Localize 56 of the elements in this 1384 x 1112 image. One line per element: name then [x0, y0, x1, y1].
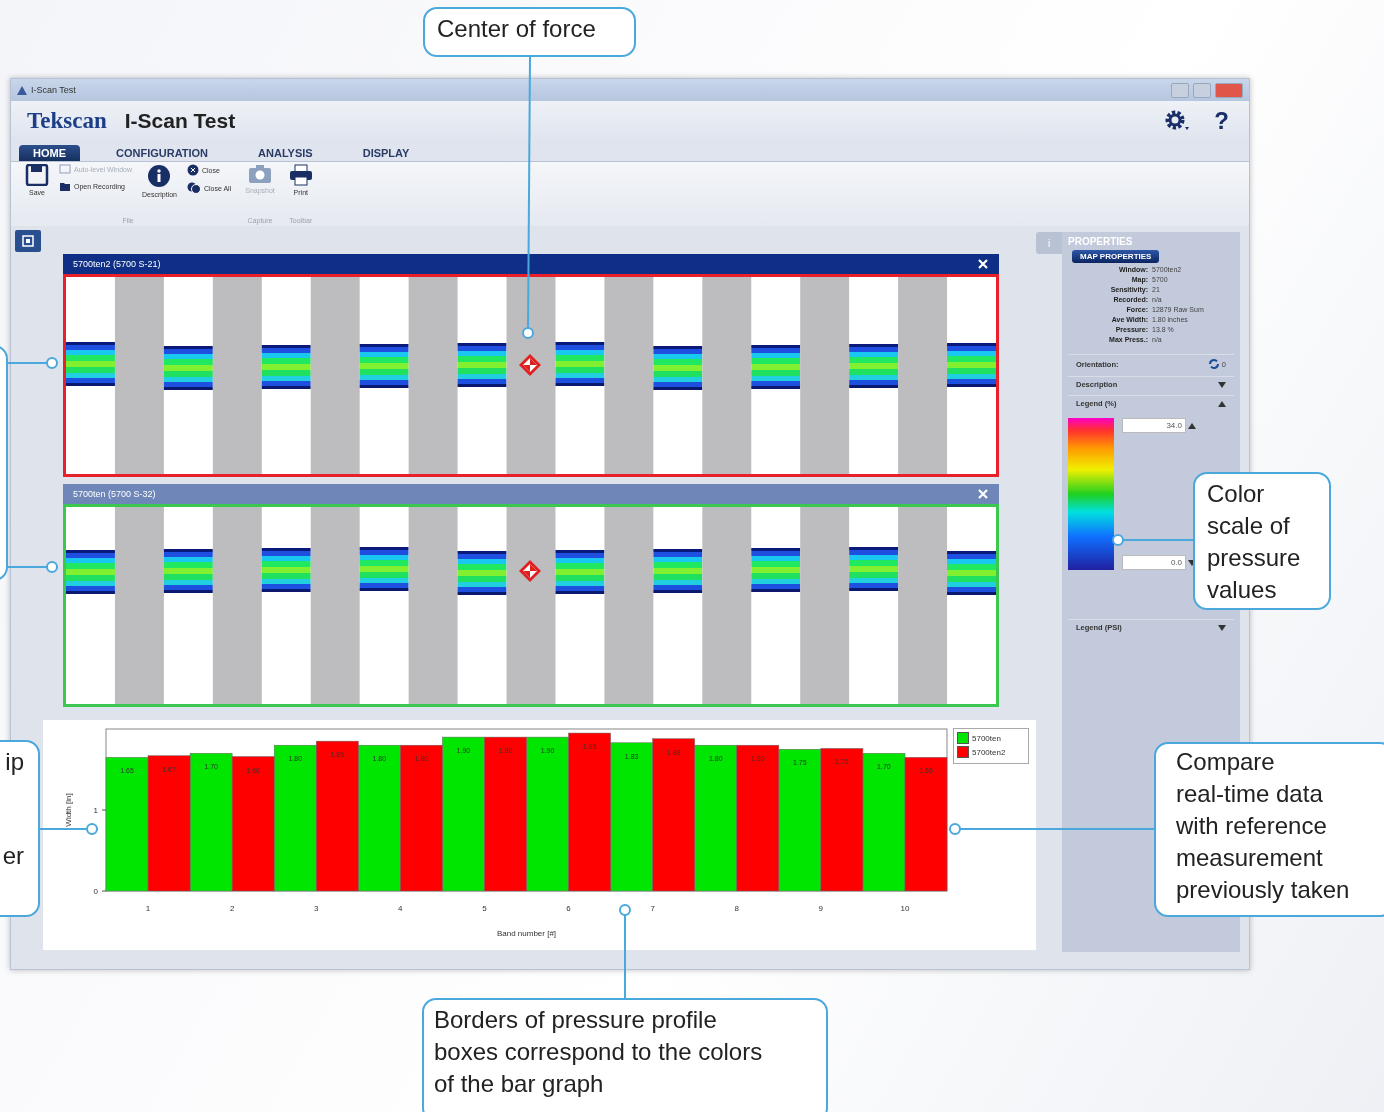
window-icon: [59, 164, 71, 175]
axis-tick-label: 7: [650, 904, 655, 913]
ribbon-tab[interactable]: DISPLAY: [348, 145, 424, 161]
caret-up-icon: [1218, 400, 1226, 407]
callout-text: ip: [5, 747, 24, 777]
close-button[interactable]: [1215, 82, 1243, 98]
axis-tick-label: 0: [93, 887, 98, 896]
axis-tick-label: 2: [229, 904, 235, 913]
axis-tick-label: 3: [314, 904, 319, 913]
close-icon: [187, 164, 199, 176]
sensor-window-title: 5700ten (5700 S-32): [73, 489, 156, 499]
caret-down-icon: [1218, 624, 1226, 631]
min-value-field[interactable]: 0.0: [1122, 555, 1186, 570]
callout-text: Color scale of pressure values: [1207, 480, 1301, 603]
axis-tick-label: 1: [145, 904, 151, 913]
axis-tick-label: 1: [93, 806, 98, 815]
axis-title: Band number [#]: [496, 929, 557, 938]
save-icon: [25, 164, 49, 186]
callout-text: Borders of pressure profile boxes correspond to the colors of the bar graph: [434, 1006, 763, 1097]
info-icon: [147, 164, 172, 188]
legend-label: 5700ten2: [972, 747, 1006, 757]
panel-toggle-button[interactable]: [15, 230, 41, 252]
window-icon: [22, 235, 34, 247]
section-button[interactable]: MAP PROPERTIES: [1072, 250, 1160, 263]
printer-icon: [288, 164, 313, 186]
axis-tick-label: 5: [482, 904, 487, 913]
ribbon-tab[interactable]: ANALYSIS: [244, 145, 327, 161]
legend-label: 5700ten: [972, 733, 1001, 743]
folder-icon: [59, 181, 71, 192]
axis-tick-label: 6: [566, 904, 571, 913]
close-all-icon: [187, 182, 201, 194]
axis-title: Width [in]: [64, 793, 73, 827]
logo: Tekscan: [27, 108, 107, 134]
close-icon[interactable]: [977, 258, 989, 270]
ribbon-tab[interactable]: HOME: [19, 145, 80, 161]
panel-title: PROPERTIES: [1068, 236, 1134, 247]
center-of-force-icon: [518, 353, 542, 377]
sensor-window-title: 5700ten2 (5700 S-21): [73, 259, 161, 269]
callout-text: er: [2, 841, 24, 871]
window-title: I-Scan Test: [31, 85, 77, 95]
caret-up-icon: [1188, 422, 1196, 429]
max-value-field[interactable]: 34.0: [1122, 418, 1186, 433]
callout-text: Center of force: [437, 15, 596, 42]
caret-down-icon: [1218, 381, 1226, 388]
ribbon-tab[interactable]: CONFIGURATION: [102, 145, 223, 161]
camera-icon: [248, 164, 272, 184]
app-icon: [17, 85, 27, 95]
axis-tick-label: 4: [398, 904, 403, 913]
help-button[interactable]: ?: [1210, 107, 1233, 135]
rotate-icon[interactable]: [1207, 358, 1220, 370]
axis-tick-label: 8: [734, 904, 739, 913]
axis-tick-label: 10: [900, 904, 910, 913]
center-of-force-icon: [518, 559, 542, 583]
app-title: I-Scan Test: [124, 109, 237, 133]
axis-tick-label: 9: [818, 904, 824, 913]
callout-text: Compare real-time data with reference measurement previously taken: [1176, 748, 1350, 903]
